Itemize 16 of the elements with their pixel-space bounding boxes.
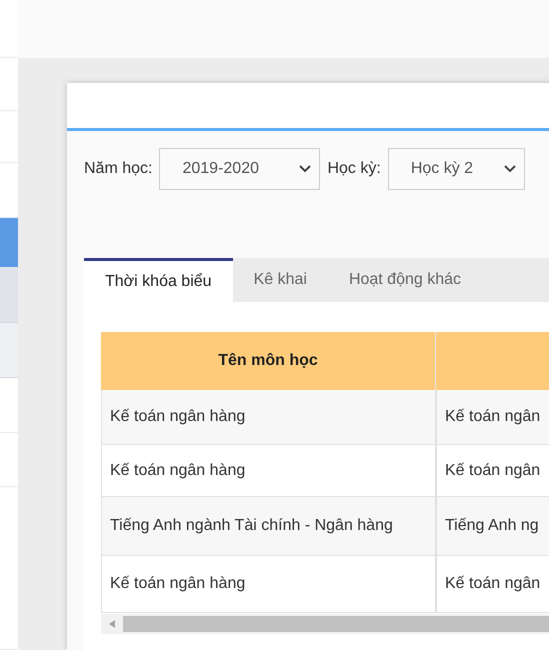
sidebar-item[interactable]: [0, 218, 18, 268]
sidebar-item[interactable]: [0, 323, 18, 378]
filter-label: Học kỳ:: [327, 160, 381, 178]
table-cell: Kế toán ngân: [436, 556, 549, 613]
horizontal-scrollbar[interactable]: [101, 614, 549, 634]
filter-label: Năm học:: [84, 160, 152, 178]
tab[interactable]: Kê khai: [232, 258, 328, 302]
select-field[interactable]: 2019-2020: [159, 148, 320, 190]
table-cell: Kế toán ngân hàng: [101, 556, 436, 613]
chevron-down-icon: [504, 165, 516, 173]
tab[interactable]: Thời khóa biểu: [84, 258, 233, 302]
chevron-down-icon: [299, 165, 312, 173]
select-field[interactable]: Học kỳ 2: [388, 148, 525, 190]
scroll-left-icon[interactable]: [109, 620, 115, 628]
sidebar-item[interactable]: [0, 268, 18, 323]
tab[interactable]: Hoạt động khác: [328, 258, 482, 302]
